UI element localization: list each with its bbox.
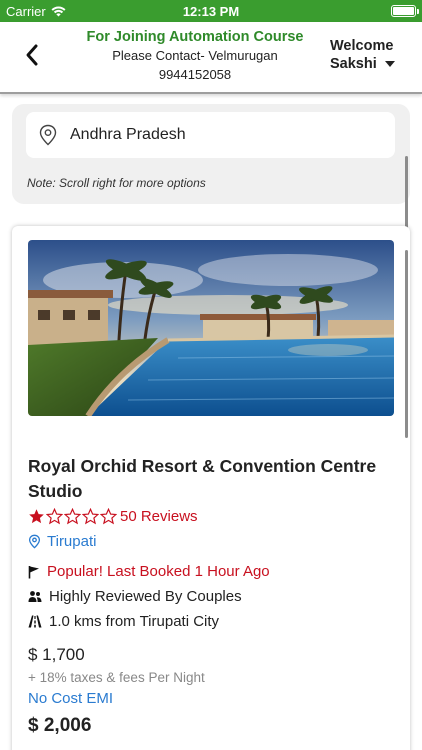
user-name: Sakshi [330,56,377,72]
base-price: $ 1,700 [28,645,85,664]
caret-down-icon [384,61,395,67]
scroll-note: Note: Scroll right for more options [27,176,206,190]
contact-phone: 9944152058 [158,67,232,82]
road-icon [28,615,42,628]
popular-badge: Popular! Last Booked 1 Hour Ago [28,563,270,580]
distance-text: 1.0 kms from Tirupati City [49,613,220,630]
distance-feature: 1.0 kms from Tirupati City [28,613,219,630]
users-icon [28,591,42,602]
course-banner: For Joining Automation Course Please Con… [80,28,310,84]
no-cost-emi-link[interactable]: No Cost EMI [28,690,113,707]
welcome-label: Welcome [330,38,394,54]
clock: 12:13 PM [182,4,240,19]
banner-title: For Joining Automation Course [86,29,304,45]
flag-icon [28,565,39,578]
status-bar: Carrier 12:13 PM [0,0,422,22]
couples-feature: Highly Reviewed By Couples [28,588,242,605]
search-panel: Andhra Pradesh Note: Scroll right for mo… [12,104,410,204]
hotel-image[interactable] [28,240,394,416]
back-button[interactable] [20,40,44,70]
star-empty-icon [64,508,81,525]
location-pin-icon [39,124,57,146]
location-search-value: Andhra Pradesh [70,126,186,143]
chevron-left-icon [26,44,38,66]
hotel-location-link[interactable]: Tirupati [28,533,96,550]
star-empty-icon [100,508,117,525]
contact-line: Please Contact- Velmurugan [112,48,278,63]
app-header: For Joining Automation Course Please Con… [0,22,422,94]
couples-text: Highly Reviewed By Couples [49,588,242,605]
battery-icon [391,5,419,17]
scrollbar[interactable] [405,250,408,438]
taxes-note: + 18% taxes & fees Per Night [28,670,205,685]
star-filled-icon [29,509,44,524]
total-price: $ 2,006 [28,715,92,736]
rating-row: 50 Reviews [28,508,198,525]
star-empty-icon [46,508,63,525]
resort-photo [28,240,394,416]
user-menu[interactable]: Welcome Sakshi [330,37,408,73]
popular-text: Popular! Last Booked 1 Hour Ago [47,563,270,580]
location-search-input[interactable]: Andhra Pradesh [26,112,395,158]
location-pin-icon [28,534,41,549]
hotel-location: Tirupati [47,533,97,550]
hotel-name[interactable]: Royal Orchid Resort & Convention Centre … [28,454,388,504]
star-empty-icon [82,508,99,525]
reviews-link[interactable]: 50 Reviews [120,508,198,525]
